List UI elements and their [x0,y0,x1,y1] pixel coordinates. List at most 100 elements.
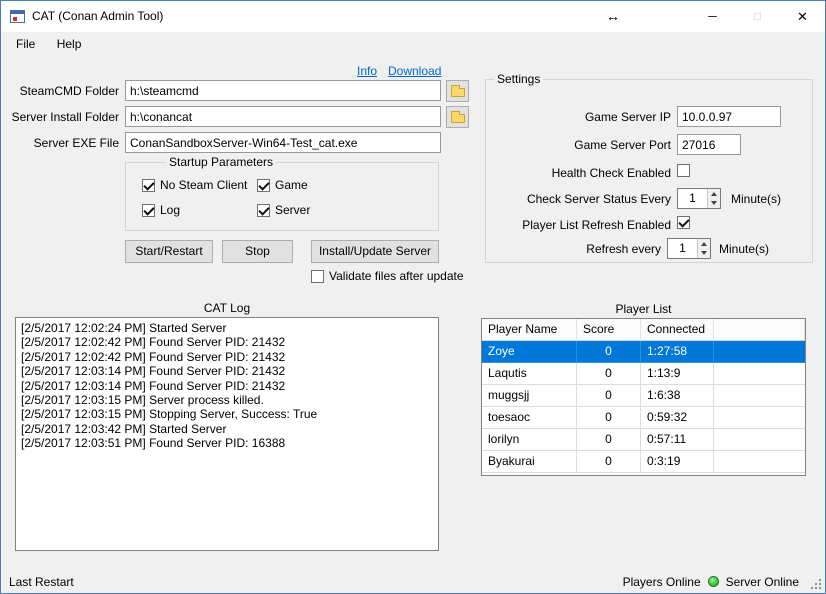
table-cell: 0 [577,363,641,385]
spinner-up-button[interactable] [698,239,710,249]
column-header-score[interactable]: Score [577,319,641,341]
spinner-up-button[interactable] [708,189,720,199]
checkbox-label: Server [275,203,310,217]
no-steam-client-checkbox[interactable]: No Steam Client [142,178,247,192]
player-refresh-checkbox[interactable] [677,216,690,229]
table-row[interactable]: muggsjj01:6:38 [482,385,805,407]
server-install-folder-input[interactable] [125,106,441,127]
table-cell: 0 [577,429,641,451]
spinner-down-button[interactable] [698,249,710,259]
check-interval-unit-label: Minute(s) [731,192,781,206]
folder-icon [451,88,465,97]
status-right-panel: Players Online Server Online [623,573,799,590]
server-checkbox[interactable]: Server [257,203,310,217]
spinner-down-button[interactable] [708,199,720,209]
table-cell: muggsjj [482,385,577,407]
download-link[interactable]: Download [388,64,441,78]
checkbox-box [142,204,155,217]
table-cell [714,385,805,407]
validate-files-checkbox[interactable]: Validate files after update [311,269,464,283]
server-online-indicator [708,576,719,587]
table-cell [714,407,805,429]
table-cell: Laqutis [482,363,577,385]
table-row[interactable]: lorilyn00:57:11 [482,429,805,451]
server-install-folder-label: Server Install Folder [1,110,119,124]
steamcmd-folder-label: SteamCMD Folder [1,84,119,98]
start-restart-button[interactable]: Start/Restart [125,240,213,263]
checkbox-label: No Steam Client [160,178,247,192]
menu-help[interactable]: Help [48,32,91,57]
titlebar: CAT (Conan Admin Tool) ↔ ─ □ ✕ [1,1,825,32]
spinner-buttons [697,239,710,258]
checkbox-box [677,164,690,177]
game-server-port-label: Game Server Port [491,138,671,152]
window-title: CAT (Conan Admin Tool) [32,1,163,32]
app-window: CAT (Conan Admin Tool) ↔ ─ □ ✕ File Help… [0,0,826,594]
refresh-interval-spinner[interactable]: 1 [667,238,711,259]
table-cell [714,341,805,363]
check-interval-spinner[interactable]: 1 [677,188,721,209]
column-header-filler [714,319,805,341]
startup-parameters-group: Startup Parameters No Steam Client Game … [125,162,439,231]
info-link[interactable]: Info [357,64,377,78]
resize-grip[interactable] [819,587,821,589]
table-cell [714,363,805,385]
stop-button[interactable]: Stop [222,240,293,263]
table-cell: 1:13:9 [641,363,714,385]
health-check-checkbox[interactable] [677,164,690,177]
checkbox-box [257,204,270,217]
health-check-label: Health Check Enabled [491,166,671,180]
minimize-button[interactable]: ─ [690,1,735,32]
column-header-player-name[interactable]: Player Name [482,319,577,341]
table-row[interactable]: toesaoc00:59:32 [482,407,805,429]
table-cell: 0 [577,385,641,407]
install-browse-button[interactable] [446,106,469,128]
spinner-buttons [707,189,720,208]
column-header-connected[interactable]: Connected [641,319,714,341]
game-server-port-input[interactable] [677,134,741,155]
checkbox-label: Game [275,178,308,192]
table-cell: lorilyn [482,429,577,451]
player-table-body: Zoye01:27:58Laqutis01:13:9muggsjj01:6:38… [482,341,805,473]
checkbox-box [142,179,155,192]
settings-title: Settings [494,72,543,87]
table-cell: 0 [577,451,641,473]
refresh-every-label: Refresh every [491,242,661,256]
steamcmd-folder-input[interactable] [125,80,441,101]
install-update-button[interactable]: Install/Update Server [311,240,439,263]
game-server-ip-input[interactable] [677,106,781,127]
server-online-label: Server Online [726,575,799,589]
table-row[interactable]: Zoye01:27:58 [482,341,805,363]
menu-file[interactable]: File [7,32,44,57]
maximize-button[interactable]: □ [735,1,780,32]
game-checkbox[interactable]: Game [257,178,308,192]
table-cell: 0:3:19 [641,451,714,473]
table-cell: Zoye [482,341,577,363]
player-list-title: Player List [481,302,806,316]
table-cell [714,451,805,473]
log-checkbox[interactable]: Log [142,203,180,217]
folder-icon [451,114,465,123]
table-cell [714,429,805,451]
table-cell: 1:6:38 [641,385,714,407]
close-button[interactable]: ✕ [780,1,825,32]
cat-log-title: CAT Log [15,301,439,315]
players-online-label: Players Online [623,575,701,589]
player-table: Player Name Score Connected Zoye01:27:58… [481,318,806,476]
table-cell: 0 [577,407,641,429]
server-exe-label: Server EXE File [1,136,119,150]
player-refresh-label: Player List Refresh Enabled [491,218,671,232]
check-status-label: Check Server Status Every [491,192,671,206]
spinner-value: 1 [668,239,697,258]
spinner-value: 1 [678,189,707,208]
steamcmd-browse-button[interactable] [446,80,469,102]
server-exe-input[interactable] [125,132,441,153]
checkbox-label: Validate files after update [329,269,464,283]
player-table-header: Player Name Score Connected [482,319,805,341]
refresh-interval-unit-label: Minute(s) [719,242,769,256]
cat-log-box[interactable]: [2/5/2017 12:02:24 PM] Started Server [2… [15,317,439,551]
table-row[interactable]: Laqutis01:13:9 [482,363,805,385]
checkbox-box [311,270,324,283]
table-row[interactable]: Byakurai00:3:19 [482,451,805,473]
startup-parameters-title: Startup Parameters [166,155,276,170]
